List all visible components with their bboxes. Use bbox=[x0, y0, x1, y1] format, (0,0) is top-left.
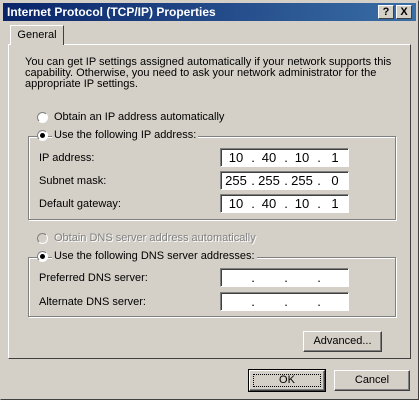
ok-button[interactable]: OK bbox=[248, 369, 326, 392]
use-following-ip-label[interactable]: Use the following IP address: bbox=[52, 129, 199, 141]
octet-separator: . bbox=[284, 294, 288, 309]
octet: 10 bbox=[228, 196, 244, 211]
octet: 1 bbox=[331, 150, 339, 165]
tab-general[interactable]: General bbox=[10, 25, 64, 45]
advanced-button[interactable]: Advanced... bbox=[303, 331, 382, 352]
obtain-ip-auto-label[interactable]: Obtain an IP address automatically bbox=[54, 111, 224, 123]
octet: 255 bbox=[258, 173, 280, 188]
close-button[interactable]: X bbox=[396, 5, 412, 19]
radio-obtain-ip-auto[interactable] bbox=[37, 112, 48, 123]
alternate-dns-label: Alternate DNS server: bbox=[39, 296, 146, 308]
octet: 0 bbox=[331, 173, 339, 188]
octet: 40 bbox=[261, 196, 277, 211]
subnet-mask-label: Subnet mask: bbox=[39, 175, 107, 187]
octet: 255 bbox=[225, 173, 247, 188]
description-text: You can get IP settings assigned automat… bbox=[25, 56, 392, 90]
octet: 1 bbox=[331, 196, 339, 211]
octet-separator: . bbox=[317, 270, 321, 285]
tab-general-label: General bbox=[17, 29, 57, 41]
ip-address-label: IP address: bbox=[39, 152, 95, 164]
octet: 255 bbox=[291, 173, 313, 188]
octet-separator: . bbox=[251, 270, 255, 285]
default-gateway-label: Default gateway: bbox=[39, 198, 121, 210]
octet-separator: . bbox=[317, 294, 321, 309]
radio-obtain-dns-auto[interactable] bbox=[37, 233, 48, 244]
alternate-dns-field[interactable]: . . . bbox=[220, 292, 349, 311]
default-gateway-field[interactable]: 10 . 40 . 10 . 1 bbox=[220, 194, 349, 213]
title-bar[interactable]: Internet Protocol (TCP/IP) Properties ? … bbox=[3, 3, 416, 21]
octet-separator: . bbox=[284, 270, 288, 285]
properties-dialog: Internet Protocol (TCP/IP) Properties ? … bbox=[0, 0, 419, 400]
cancel-button[interactable]: Cancel bbox=[334, 370, 410, 391]
focus-rectangle bbox=[253, 374, 321, 387]
preferred-dns-label: Preferred DNS server: bbox=[39, 272, 148, 284]
window-title: Internet Protocol (TCP/IP) Properties bbox=[7, 5, 216, 19]
use-following-dns-label[interactable]: Use the following DNS server addresses: bbox=[52, 250, 257, 262]
close-icon: X bbox=[400, 6, 408, 18]
octet-separator: . bbox=[251, 294, 255, 309]
subnet-mask-field[interactable]: 255 . 255 . 255 . 0 bbox=[220, 171, 349, 190]
ip-address-field[interactable]: 10 . 40 . 10 . 1 bbox=[220, 148, 349, 167]
advanced-button-label: Advanced... bbox=[313, 335, 372, 347]
preferred-dns-field[interactable]: . . . bbox=[220, 268, 349, 287]
radio-use-following-ip[interactable] bbox=[37, 130, 48, 141]
octet: 10 bbox=[228, 150, 244, 165]
radio-use-following-dns[interactable] bbox=[37, 251, 48, 262]
cancel-button-label: Cancel bbox=[354, 374, 390, 386]
octet: 10 bbox=[294, 196, 310, 211]
help-icon: ? bbox=[382, 6, 390, 18]
octet: 10 bbox=[294, 150, 310, 165]
obtain-dns-auto-label[interactable]: Obtain DNS server address automatically bbox=[54, 232, 256, 244]
help-button[interactable]: ? bbox=[378, 5, 394, 19]
octet: 40 bbox=[261, 150, 277, 165]
